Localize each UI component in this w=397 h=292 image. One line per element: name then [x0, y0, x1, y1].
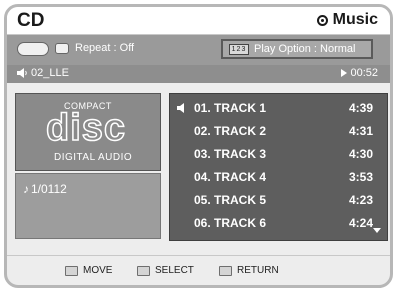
track-title: 01. TRACK 1: [194, 101, 267, 115]
track-duration: 4:39: [348, 101, 373, 115]
page-title: CD: [17, 10, 45, 31]
track-count-box: ♪ 1/0112: [15, 173, 161, 239]
play-option-button[interactable]: 123 Play Option : Normal: [221, 39, 373, 59]
track-count: ♪ 1/0112: [23, 182, 67, 196]
track-item[interactable]: 02. TRACK 2 4:31: [170, 121, 387, 141]
return-key-icon: [219, 265, 232, 276]
options-bar: Repeat : Off 123 Play Option : Normal: [7, 35, 390, 65]
now-playing-bar: 02_LLE 00:52: [7, 65, 390, 83]
hint-move-label: MOVE: [83, 265, 113, 276]
track-title: 02. TRACK 2: [194, 124, 267, 138]
speaker-icon: [17, 68, 27, 78]
music-note-icon: ♪: [23, 182, 29, 196]
scroll-down-icon[interactable]: [373, 228, 381, 233]
hint-return-label: RETURN: [237, 265, 279, 276]
repeat-button-icon[interactable]: [55, 43, 69, 54]
disc-info-panel: COMPACT disc DIGITAL AUDIO ♪ 1/0112: [15, 93, 161, 239]
now-playing: 02_LLE: [17, 67, 69, 79]
track-item[interactable]: 05. TRACK 5 4:23: [170, 190, 387, 210]
title-bar: CD Music: [7, 7, 390, 35]
elapsed-time: 00:52: [341, 67, 378, 79]
track-duration: 4:31: [348, 124, 373, 138]
track-duration: 4:24: [348, 216, 373, 230]
play-option-icon: 123: [229, 43, 249, 55]
play-option-label: Play Option : Normal: [254, 43, 356, 55]
track-duration: 4:30: [348, 147, 373, 161]
repeat-label: Repeat : Off: [75, 42, 135, 54]
hint-select-label: SELECT: [155, 265, 194, 276]
logo-disc-text: disc: [45, 107, 127, 149]
track-item[interactable]: 01. TRACK 1 4:39: [170, 98, 387, 118]
hint-select: SELECT: [137, 265, 194, 276]
track-title: 04. TRACK 4: [194, 170, 267, 184]
track-item[interactable]: 04. TRACK 4 3:53: [170, 167, 387, 187]
mode-indicator: Music: [316, 11, 378, 29]
compact-disc-logo: COMPACT disc DIGITAL AUDIO: [15, 93, 161, 171]
speaker-icon: [177, 103, 184, 113]
track-duration: 4:23: [348, 193, 373, 207]
track-item[interactable]: 03. TRACK 3 4:30: [170, 144, 387, 164]
track-list[interactable]: 01. TRACK 1 4:39 02. TRACK 2 4:31 03. TR…: [169, 93, 388, 241]
footer-hints: MOVE SELECT RETURN: [7, 255, 390, 285]
track-title: 06. TRACK 6: [194, 216, 267, 230]
track-item[interactable]: 06. TRACK 6 4:24: [170, 213, 387, 233]
now-playing-title: 02_LLE: [31, 67, 69, 79]
play-icon: [341, 69, 348, 77]
track-count-value: 1/0112: [31, 182, 67, 196]
track-duration: 3:53: [348, 170, 373, 184]
disc-mode-icon: [316, 14, 328, 26]
elapsed-time-value: 00:52: [350, 67, 378, 79]
track-title: 03. TRACK 3: [194, 147, 267, 161]
repeat-toggle-icon[interactable]: [17, 42, 49, 56]
select-key-icon: [137, 265, 150, 276]
track-title: 05. TRACK 5: [194, 193, 267, 207]
hint-return: RETURN: [219, 265, 279, 276]
logo-digital-audio-text: DIGITAL AUDIO: [54, 152, 133, 163]
cd-music-screen: CD Music Repeat : Off 123 Play Option : …: [4, 4, 393, 288]
move-key-icon: [65, 265, 78, 276]
mode-label: Music: [332, 11, 378, 28]
hint-move: MOVE: [65, 265, 112, 276]
